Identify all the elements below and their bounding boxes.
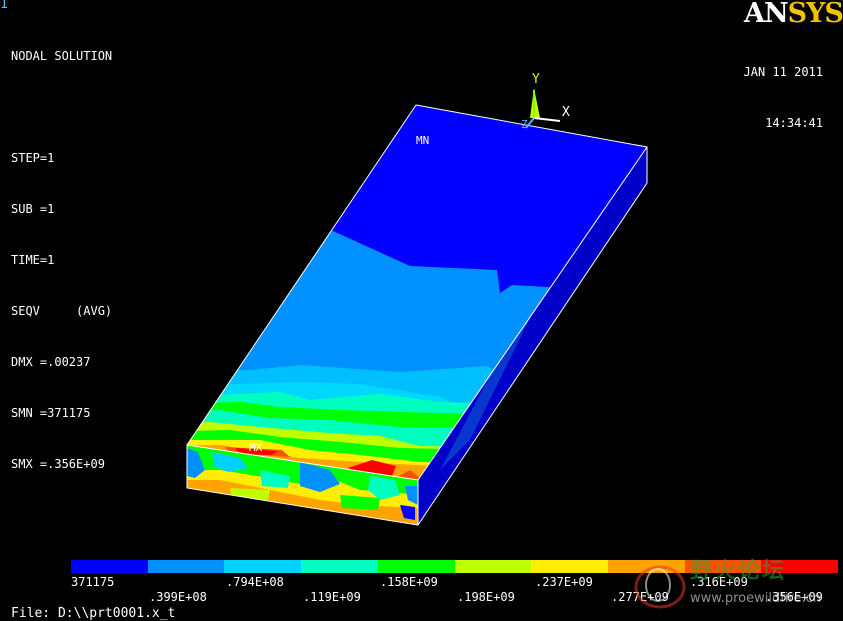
watermark-title: 野火论坛 bbox=[690, 559, 787, 584]
y-axis-label: Y bbox=[532, 72, 540, 87]
x-axis-label: X bbox=[562, 105, 570, 120]
legend-swatch bbox=[224, 560, 302, 573]
legend-label: .237E+09 bbox=[535, 575, 593, 589]
legend-swatch bbox=[377, 560, 455, 573]
legend-label: .119E+09 bbox=[303, 590, 361, 604]
legend-label: .399E+08 bbox=[149, 590, 207, 604]
legend-swatch bbox=[531, 560, 608, 573]
legend-label: .198E+09 bbox=[457, 590, 515, 604]
min-marker: MN bbox=[416, 134, 429, 147]
legend-swatch bbox=[147, 560, 225, 573]
legend-swatch bbox=[71, 560, 148, 573]
legend-label: .794E+08 bbox=[226, 575, 284, 589]
axis-triad: Y X Z bbox=[521, 72, 570, 131]
z-axis-label: Z bbox=[521, 118, 528, 131]
file-path-text: File: D:\\prt0001.x_t bbox=[11, 606, 176, 621]
forum-watermark: 野火论坛 www.proewildfire.cn bbox=[632, 553, 840, 613]
flame-logo-icon bbox=[634, 565, 686, 609]
legend-label: 371175 bbox=[71, 575, 115, 589]
watermark-url: www.proewildfire.cn bbox=[690, 591, 821, 606]
fea-model-viewport[interactable]: MN MX Y X Z bbox=[0, 0, 843, 621]
max-marker: MX bbox=[249, 441, 263, 454]
legend-swatch bbox=[454, 560, 532, 573]
legend-label: .158E+09 bbox=[380, 575, 438, 589]
legend-swatch bbox=[301, 560, 378, 573]
